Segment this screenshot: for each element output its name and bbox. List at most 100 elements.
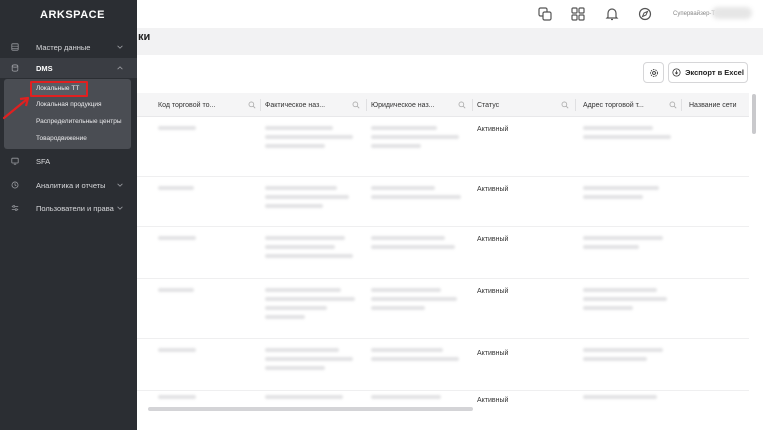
download-icon <box>672 68 681 77</box>
blurred-cell <box>583 395 657 399</box>
search-icon[interactable] <box>458 101 466 109</box>
translate-icon[interactable] <box>537 6 553 22</box>
blurred-cell <box>583 357 647 361</box>
monitor-icon <box>11 157 19 165</box>
database-icon <box>11 64 19 72</box>
column-header[interactable]: Фактическое наз... <box>265 93 366 117</box>
blurred-cell <box>583 236 663 240</box>
table-row[interactable]: Активный <box>137 177 749 227</box>
blurred-cell <box>371 288 441 292</box>
blurred-cell <box>265 144 325 148</box>
status-cell: Активный <box>477 350 509 357</box>
blurred-cell <box>583 306 633 310</box>
blurred-cell <box>583 126 653 130</box>
submenu-item-local-tt[interactable]: Локальные ТТ <box>36 85 79 92</box>
blurred-cell <box>371 297 457 301</box>
blurred-cell <box>265 126 333 130</box>
column-label: Название сети <box>689 101 737 109</box>
blurred-cell <box>265 306 327 310</box>
column-header[interactable]: Название сети <box>689 93 749 117</box>
blurred-cell <box>265 366 325 370</box>
blurred-cell <box>371 135 459 139</box>
column-header[interactable]: Код торговой то... <box>158 93 262 117</box>
vertical-scrollbar[interactable] <box>752 94 756 134</box>
sidebar-item-analytics[interactable]: Аналитика и отчеты <box>0 175 137 195</box>
status-cell: Активный <box>477 397 509 404</box>
table-row[interactable]: Активный <box>137 339 749 391</box>
blurred-cell <box>583 245 639 249</box>
submenu-item-local-products[interactable]: Локальная продукция <box>36 101 102 108</box>
bell-icon[interactable] <box>604 6 620 22</box>
blurred-cell <box>371 357 459 361</box>
table-row[interactable]: Активный <box>137 227 749 279</box>
blurred-cell <box>158 126 196 130</box>
column-label: Код торговой то... <box>158 101 216 109</box>
column-header[interactable]: Статус <box>477 93 575 117</box>
blurred-cell <box>371 306 425 310</box>
column-header[interactable]: Юридическое наз... <box>371 93 472 117</box>
sidebar-item-label: Аналитика и отчеты <box>36 180 106 190</box>
status-cell: Активный <box>477 236 509 243</box>
column-label: Фактическое наз... <box>265 101 326 109</box>
sliders-icon <box>11 205 19 211</box>
chevron-up-icon <box>117 66 123 70</box>
column-divider <box>575 99 576 111</box>
table-row[interactable]: Активный <box>137 279 749 339</box>
column-divider <box>472 99 473 111</box>
apps-grid-icon[interactable] <box>570 6 586 22</box>
app-logo[interactable]: ARKSPACE <box>40 9 105 21</box>
blurred-cell <box>371 186 435 190</box>
sidebar-item-master-data[interactable]: Мастер данные <box>0 37 137 57</box>
search-icon[interactable] <box>561 101 569 109</box>
table-header: Код торговой то... Фактическое наз... Юр… <box>137 93 749 117</box>
column-divider <box>366 99 367 111</box>
search-icon[interactable] <box>248 101 256 109</box>
blurred-cell <box>371 195 461 199</box>
export-excel-button[interactable]: Экспорт в Excel <box>668 62 748 83</box>
chevron-down-icon <box>117 183 123 187</box>
chevron-down-icon <box>117 45 123 49</box>
status-cell: Активный <box>477 126 509 133</box>
blurred-cell <box>158 186 194 190</box>
submenu-item-distribution-centers[interactable]: Распределительные центры <box>36 118 122 125</box>
search-icon[interactable] <box>669 101 677 109</box>
export-label: Экспорт в Excel <box>685 68 744 77</box>
sidebar-item-label: DMS <box>36 63 53 73</box>
pointer-arrow-icon <box>2 96 30 120</box>
column-label: Адрес торговой т... <box>583 101 644 109</box>
blurred-cell <box>583 135 671 139</box>
sidebar-item-dms[interactable]: DMS <box>0 58 137 78</box>
column-header[interactable]: Адрес торговой т... <box>583 93 683 117</box>
user-name[interactable]: Супервайзер-Т <box>673 11 715 17</box>
blurred-cell <box>265 135 353 139</box>
database-icon <box>11 43 19 51</box>
compass-icon[interactable] <box>637 6 653 22</box>
blurred-cell <box>265 357 353 361</box>
blurred-cell <box>583 297 667 301</box>
sidebar: ARKSPACE Мастер данные DMS Локальные ТТ … <box>0 0 137 430</box>
blurred-cell <box>158 288 194 292</box>
blurred-cell <box>265 195 349 199</box>
horizontal-scrollbar[interactable] <box>148 407 473 411</box>
blurred-cell <box>265 348 339 352</box>
top-header: Супервайзер-Т <box>137 0 763 28</box>
chevron-down-icon <box>117 206 123 210</box>
blurred-cell <box>265 315 305 319</box>
sidebar-item-sfa[interactable]: SFA <box>0 151 137 171</box>
settings-button[interactable] <box>643 62 664 83</box>
column-label: Юридическое наз... <box>371 101 435 109</box>
sidebar-item-users-rights[interactable]: Пользователи и права <box>0 198 137 218</box>
blurred-cell <box>371 144 421 148</box>
table-row[interactable]: Активный <box>137 117 749 177</box>
column-divider <box>681 99 682 111</box>
blurred-cell <box>583 288 657 292</box>
user-avatar[interactable] <box>712 7 752 19</box>
sidebar-item-label: Пользователи и права <box>36 203 114 213</box>
search-icon[interactable] <box>352 101 360 109</box>
blurred-cell <box>583 348 663 352</box>
column-divider <box>260 99 261 111</box>
blurred-cell <box>371 348 443 352</box>
blurred-cell <box>265 236 345 240</box>
submenu-item-goods-movement[interactable]: Товародвижение <box>36 135 87 142</box>
blurred-cell <box>265 186 337 190</box>
